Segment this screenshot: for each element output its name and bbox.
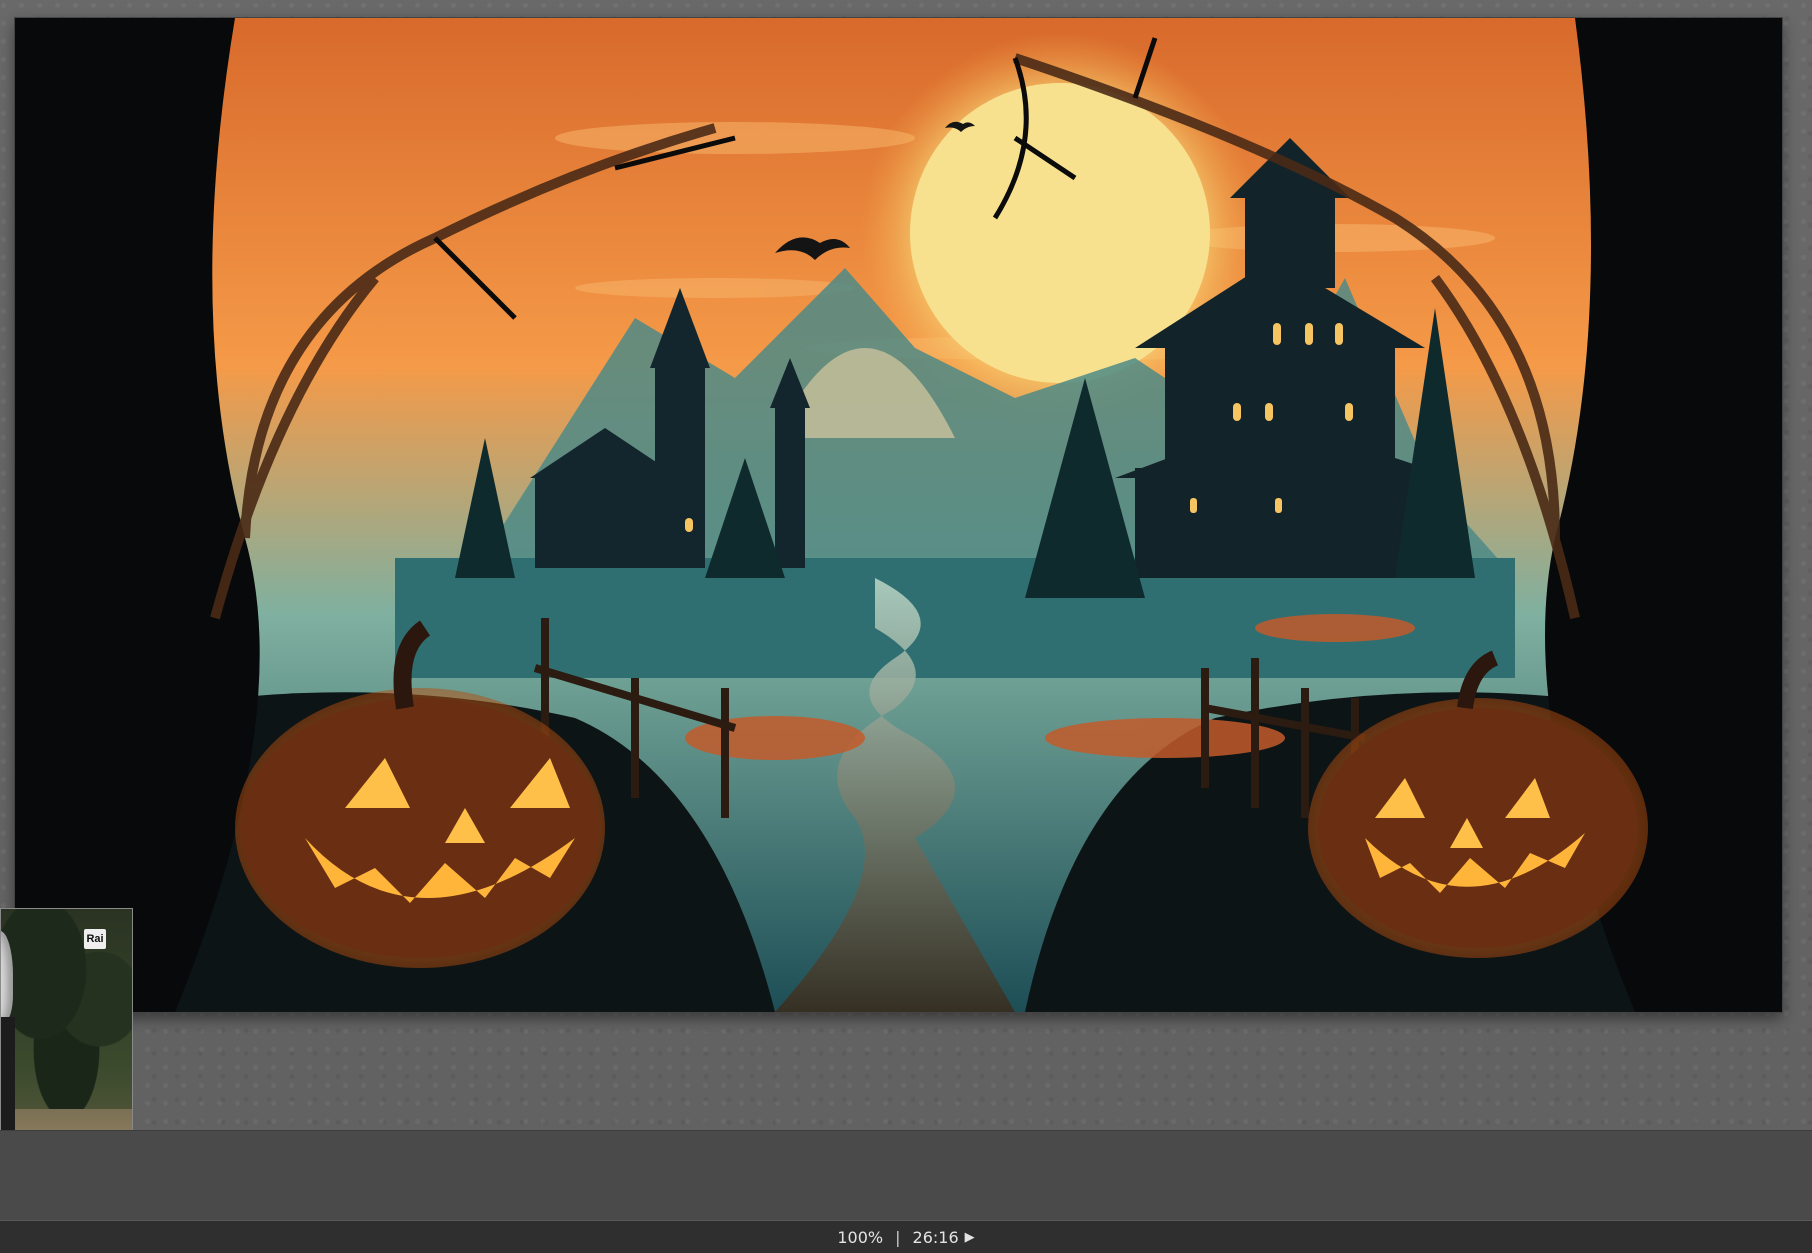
lower-panel xyxy=(0,1130,1812,1221)
status-bar: 100% | 26:16 ▶ xyxy=(0,1220,1812,1253)
zoom-level[interactable]: 100% xyxy=(837,1228,883,1247)
status-separator: | xyxy=(895,1227,901,1247)
halloween-illustration xyxy=(15,18,1782,1012)
playback-time: 26:16 xyxy=(912,1227,959,1247)
image-canvas[interactable] xyxy=(15,18,1782,1012)
rai-logo-badge: Rai xyxy=(84,929,106,949)
thumbnail-trees xyxy=(1,909,132,1109)
play-icon[interactable]: ▶ xyxy=(965,1230,975,1245)
